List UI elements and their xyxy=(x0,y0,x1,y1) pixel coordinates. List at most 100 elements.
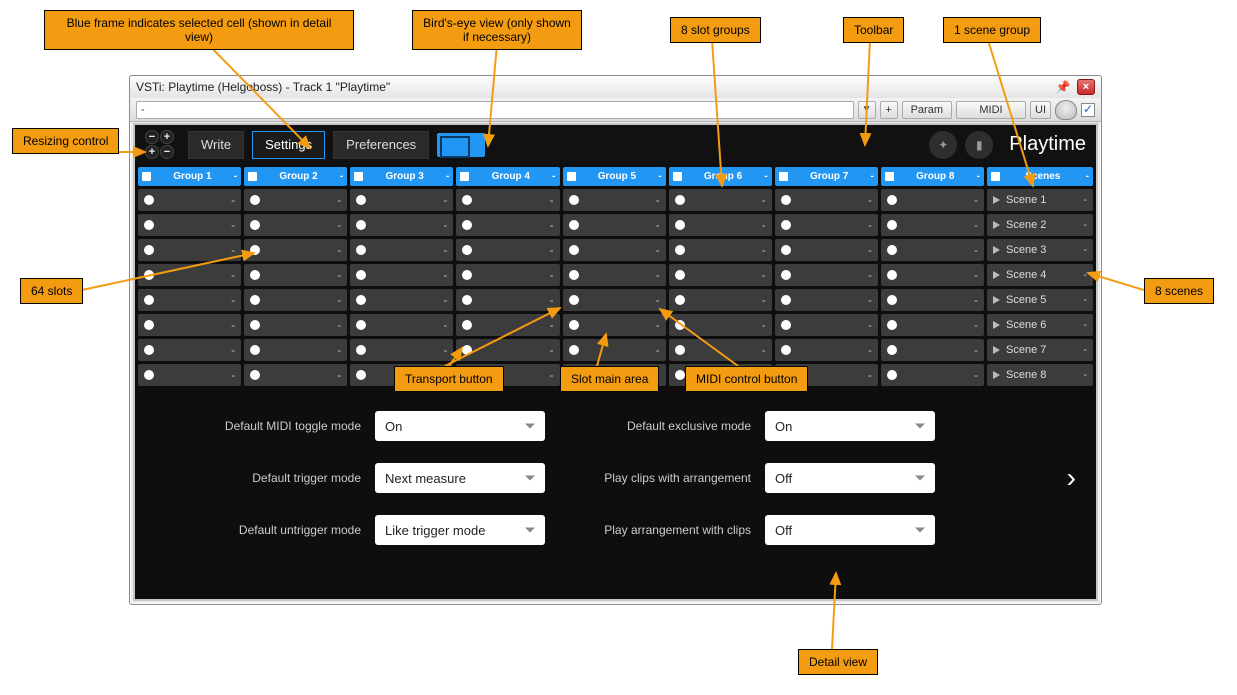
midi-control-button[interactable] xyxy=(626,264,644,286)
add-preset-button[interactable]: + xyxy=(880,101,898,119)
scene-menu-icon[interactable]: - xyxy=(1083,244,1087,256)
clip-slot[interactable]: - xyxy=(775,339,878,361)
clip-slot[interactable]: - xyxy=(563,264,666,286)
slot-menu-icon[interactable]: - xyxy=(443,193,447,207)
clip-slot[interactable]: - xyxy=(669,264,772,286)
bypass-knob[interactable] xyxy=(1055,100,1077,120)
midi-control-button[interactable] xyxy=(520,189,538,211)
transport-icon[interactable] xyxy=(675,245,685,255)
stop-icon[interactable] xyxy=(991,172,1000,181)
clip-slot[interactable]: - xyxy=(138,189,241,211)
transport-icon[interactable] xyxy=(462,245,472,255)
transport-icon[interactable] xyxy=(781,245,791,255)
midi-control-button[interactable] xyxy=(307,289,325,311)
clip-slot[interactable]: - xyxy=(563,214,666,236)
slot-menu-icon[interactable]: - xyxy=(550,343,554,357)
slot-menu-icon[interactable]: - xyxy=(656,193,660,207)
clip-slot[interactable]: - xyxy=(456,239,559,261)
group-header[interactable]: Group 6- xyxy=(669,167,772,186)
stop-icon[interactable] xyxy=(779,172,788,181)
transport-icon[interactable] xyxy=(250,370,260,380)
midi-control-button[interactable] xyxy=(732,214,750,236)
transport-icon[interactable] xyxy=(569,320,579,330)
midi-control-button[interactable] xyxy=(307,214,325,236)
midi-control-button[interactable] xyxy=(413,289,431,311)
midi-control-button[interactable] xyxy=(307,339,325,361)
slot-menu-icon[interactable]: - xyxy=(656,218,660,232)
transport-icon[interactable] xyxy=(144,370,154,380)
slot-main-area[interactable] xyxy=(691,339,732,361)
midi-control-button[interactable] xyxy=(838,239,856,261)
midi-control-button[interactable] xyxy=(944,189,962,211)
slot-main-area[interactable] xyxy=(903,264,944,286)
slot-main-area[interactable] xyxy=(797,314,838,336)
slot-menu-icon[interactable]: - xyxy=(762,193,766,207)
slot-main-area[interactable] xyxy=(266,364,307,386)
midi-control-button[interactable] xyxy=(944,289,962,311)
transport-icon[interactable] xyxy=(250,220,260,230)
slot-menu-icon[interactable]: - xyxy=(656,293,660,307)
slot-menu-icon[interactable]: - xyxy=(443,218,447,232)
slot-main-area[interactable] xyxy=(160,214,201,236)
slot-main-area[interactable] xyxy=(797,264,838,286)
group-menu-icon[interactable]: - xyxy=(552,171,555,182)
slot-menu-icon[interactable]: - xyxy=(868,318,872,332)
slot-menu-icon[interactable]: - xyxy=(868,368,872,382)
midi-control-button[interactable] xyxy=(201,314,219,336)
slot-main-area[interactable] xyxy=(266,264,307,286)
midi-control-button[interactable] xyxy=(838,214,856,236)
clip-slot[interactable]: - xyxy=(244,189,347,211)
scene-menu-icon[interactable]: - xyxy=(1083,194,1087,206)
clip-slot[interactable]: - xyxy=(775,264,878,286)
shrink-rows-icon[interactable]: − xyxy=(160,145,174,159)
clip-slot[interactable]: - xyxy=(456,264,559,286)
midi-control-button[interactable] xyxy=(413,339,431,361)
clip-slot[interactable]: - xyxy=(669,339,772,361)
slot-main-area[interactable] xyxy=(372,239,413,261)
transport-icon[interactable] xyxy=(887,320,897,330)
transport-icon[interactable] xyxy=(250,245,260,255)
transport-icon[interactable] xyxy=(356,295,366,305)
group-menu-icon[interactable]: - xyxy=(658,171,661,182)
clip-slot[interactable]: - xyxy=(456,314,559,336)
slot-main-area[interactable] xyxy=(160,339,201,361)
play-icon[interactable] xyxy=(993,371,1000,379)
group-menu-icon[interactable]: - xyxy=(764,171,767,182)
slot-menu-icon[interactable]: - xyxy=(337,368,341,382)
select-midi-toggle[interactable]: On xyxy=(375,411,545,441)
grow-rows-icon[interactable]: + xyxy=(145,145,159,159)
transport-icon[interactable] xyxy=(356,320,366,330)
scene-slot[interactable]: Scene 1- xyxy=(987,189,1093,211)
clip-slot[interactable]: - xyxy=(881,364,984,386)
slot-main-area[interactable] xyxy=(160,314,201,336)
transport-icon[interactable] xyxy=(356,370,366,380)
slot-menu-icon[interactable]: - xyxy=(443,243,447,257)
play-icon[interactable] xyxy=(993,296,1000,304)
slot-main-area[interactable] xyxy=(903,289,944,311)
close-icon[interactable]: × xyxy=(1077,79,1095,95)
scenes-header[interactable]: Scenes- xyxy=(987,167,1093,186)
group-header[interactable]: Group 1- xyxy=(138,167,241,186)
slot-menu-icon[interactable]: - xyxy=(443,318,447,332)
slot-menu-icon[interactable]: - xyxy=(974,343,978,357)
transport-icon[interactable] xyxy=(250,295,260,305)
transport-icon[interactable] xyxy=(569,345,579,355)
scene-slot[interactable]: Scene 8- xyxy=(987,364,1093,386)
midi-control-button[interactable] xyxy=(732,339,750,361)
slot-main-area[interactable] xyxy=(585,189,626,211)
midi-control-button[interactable] xyxy=(626,189,644,211)
group-header[interactable]: Group 5- xyxy=(563,167,666,186)
slot-menu-icon[interactable]: - xyxy=(762,243,766,257)
slot-main-area[interactable] xyxy=(691,189,732,211)
slot-menu-icon[interactable]: - xyxy=(231,193,235,207)
settings-button[interactable]: Settings xyxy=(252,131,325,159)
slot-menu-icon[interactable]: - xyxy=(231,293,235,307)
slot-main-area[interactable] xyxy=(372,314,413,336)
transport-icon[interactable] xyxy=(887,245,897,255)
slot-main-area[interactable] xyxy=(585,289,626,311)
midi-control-button[interactable] xyxy=(944,214,962,236)
midi-control-button[interactable] xyxy=(626,339,644,361)
midi-control-button[interactable] xyxy=(520,289,538,311)
clip-slot[interactable]: - xyxy=(138,214,241,236)
transport-icon[interactable] xyxy=(675,345,685,355)
